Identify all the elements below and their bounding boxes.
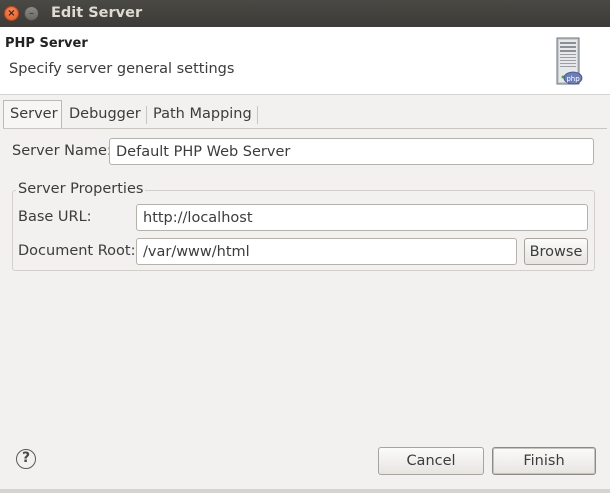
finish-button[interactable]: Finish	[492, 447, 596, 475]
php-badge-text: php	[566, 75, 580, 83]
tab-panel	[3, 128, 607, 419]
page-title: PHP Server	[5, 36, 88, 51]
window-title: Edit Server	[51, 5, 143, 21]
close-window-button[interactable]: ×	[4, 6, 19, 21]
tab-debugger[interactable]: Debugger	[63, 101, 147, 128]
tab-path-mapping[interactable]: Path Mapping	[147, 101, 258, 128]
tab-server[interactable]: Server	[3, 100, 62, 129]
window-bottom-edge	[0, 489, 610, 493]
base-url-label: Base URL:	[18, 209, 92, 225]
php-server-icon: php	[556, 37, 583, 85]
document-root-label: Document Root:	[18, 243, 136, 259]
minimize-window-button[interactable]: –	[24, 6, 39, 21]
page-description: Specify server general settings	[9, 61, 235, 77]
browse-button[interactable]: Browse	[524, 238, 588, 265]
server-name-label: Server Name:	[12, 143, 112, 159]
title-bar: × – Edit Server	[0, 0, 610, 27]
base-url-input[interactable]	[136, 204, 588, 231]
cancel-button[interactable]: Cancel	[378, 447, 484, 475]
tab-divider	[257, 106, 258, 124]
document-root-input[interactable]	[136, 238, 517, 265]
server-properties-title: Server Properties	[16, 181, 146, 197]
dialog-header: PHP Server Specify server general settin…	[0, 27, 610, 95]
help-icon[interactable]: ?	[16, 449, 36, 469]
server-name-input[interactable]	[109, 138, 594, 165]
